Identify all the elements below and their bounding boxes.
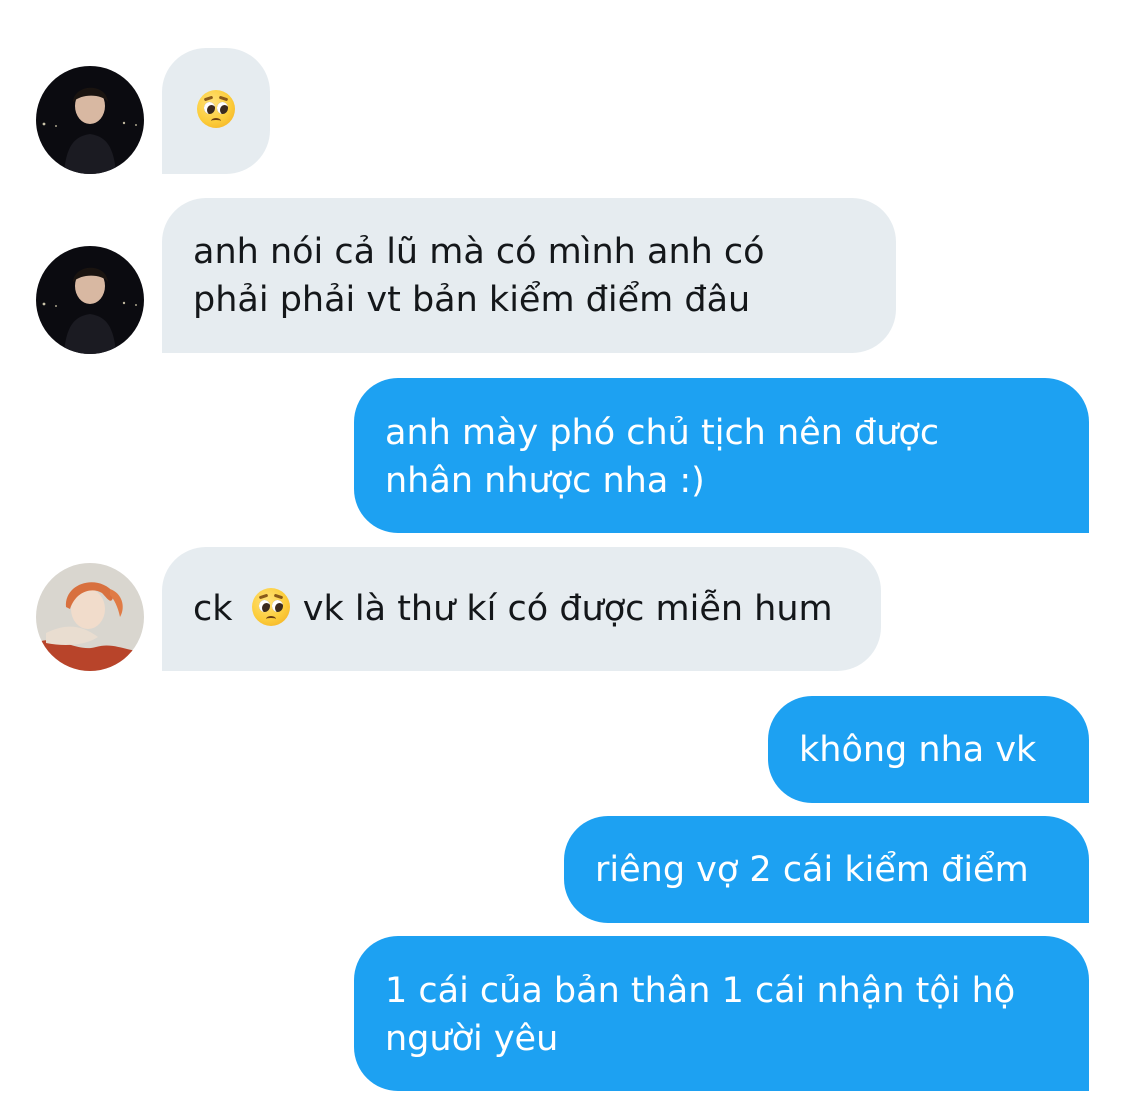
message-text: vk là thư kí có được miễn hum (302, 589, 833, 629)
message-bubble-incoming[interactable]: anh nói cả lũ mà có mình anh có phải phả… (162, 198, 896, 353)
pleading-face-emoji-icon (251, 588, 290, 626)
message-text-line: nhân nhược nha :) (385, 461, 705, 501)
message-bubble-incoming[interactable]: ck vk là thư kí có được miễn hum (162, 547, 881, 671)
contact-avatar-photo (36, 66, 144, 174)
message-bubble-outgoing[interactable]: 1 cái của bản thân 1 cái nhận tội hộ ngư… (354, 936, 1089, 1091)
message-text-line: riêng vợ 2 cái kiểm điểm (595, 850, 1029, 890)
message-text-line: anh nói cả lũ mà có mình anh có (193, 232, 765, 272)
message-bubble-incoming[interactable] (162, 48, 270, 174)
contact-avatar[interactable] (36, 246, 144, 354)
message-text: ck (193, 589, 233, 629)
message-bubble-outgoing[interactable]: riêng vợ 2 cái kiểm điểm (564, 816, 1089, 923)
message-text-line: người yêu (385, 1019, 559, 1059)
contact-avatar-photo (36, 563, 144, 671)
contact-avatar-photo (36, 246, 144, 354)
contact-avatar-2[interactable] (36, 563, 144, 671)
message-text-line: không nha vk (799, 730, 1037, 770)
pleading-face-emoji-icon (197, 90, 235, 128)
message-text-line: phải phải vt bản kiểm điểm đâu (193, 280, 751, 320)
message-text-line: anh mày phó chủ tịch nên được (385, 413, 940, 453)
message-bubble-outgoing[interactable]: không nha vk (768, 696, 1089, 803)
message-bubble-outgoing[interactable]: anh mày phó chủ tịch nên được nhân nhược… (354, 378, 1089, 533)
message-text-line: 1 cái của bản thân 1 cái nhận tội hộ (385, 971, 1016, 1011)
contact-avatar[interactable] (36, 66, 144, 174)
